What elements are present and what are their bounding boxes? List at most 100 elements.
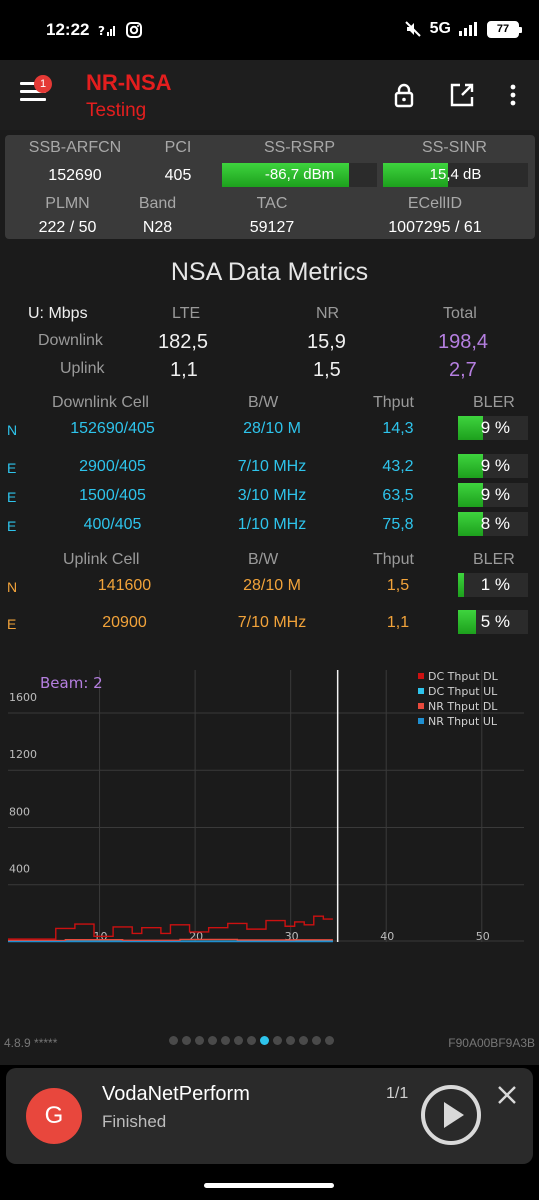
bler-meter: 9 % — [458, 416, 528, 440]
page-dot[interactable] — [247, 1036, 256, 1045]
play-button-icon[interactable] — [420, 1084, 482, 1146]
media-count: 1/1 — [386, 1085, 409, 1102]
label-tac: TAC — [256, 195, 288, 212]
cell-throughput: 14,3 — [382, 420, 414, 437]
page-dot[interactable] — [299, 1036, 308, 1045]
cell-tech: N — [7, 422, 18, 438]
cell-tech: E — [7, 460, 17, 476]
page-indicator[interactable] — [169, 1036, 334, 1045]
page-dot[interactable] — [169, 1036, 178, 1045]
label-ecellid: ECellID — [407, 195, 463, 212]
cell-id: 1500/405 — [79, 487, 146, 504]
status-bar: 12:22 ? 5G 77 — [0, 0, 539, 60]
cell-id: 400/405 — [83, 516, 142, 533]
rsrp-meter-value: -86,7 dBm — [264, 166, 335, 183]
bler-value: 5 % — [480, 612, 510, 631]
bler-value: 9 % — [480, 418, 510, 437]
media-title: VodaNetPerform — [102, 1083, 250, 1105]
page-dot[interactable] — [273, 1036, 282, 1045]
uplink-label: Uplink — [60, 360, 105, 377]
page-dot[interactable] — [234, 1036, 243, 1045]
dl-lte: 182,5 — [158, 331, 209, 353]
bler-value: 8 % — [480, 514, 510, 533]
legend-swatch — [418, 688, 424, 694]
value-tac: 59127 — [249, 219, 295, 236]
label-ss-rsrp: SS-RSRP — [263, 139, 336, 156]
lock-icon[interactable] — [391, 82, 417, 108]
ul-bw-header: B/W — [248, 551, 279, 568]
page-dot[interactable] — [208, 1036, 217, 1045]
value-pci: 405 — [164, 167, 192, 184]
media-avatar: G — [26, 1088, 82, 1144]
label-ss-sinr: SS-SINR — [422, 139, 487, 156]
y-tick-label: 800 — [9, 805, 30, 818]
cell-bandwidth: 7/10 MHz — [237, 458, 307, 475]
cell-bandwidth: 28/10 M — [243, 420, 301, 437]
navigation-bar — [0, 1166, 539, 1200]
page-dot[interactable] — [221, 1036, 230, 1045]
col-total: Total — [443, 305, 477, 322]
legend-swatch — [418, 673, 424, 679]
mute-icon — [404, 21, 421, 37]
page-dot[interactable] — [286, 1036, 295, 1045]
status-time: 12:22 — [46, 20, 90, 39]
cell-throughput: 63,5 — [382, 487, 414, 504]
series-line-2 — [8, 938, 333, 942]
cell-tech: E — [7, 489, 17, 505]
cell-tech: E — [7, 616, 17, 632]
app-version: 4.8.9 ***** — [4, 1036, 58, 1050]
y-tick-label: 400 — [9, 863, 30, 876]
legend-label: DC Thput UL — [428, 685, 498, 698]
network-type: 5G — [429, 20, 451, 37]
cell-bandwidth: 7/10 MHz — [237, 614, 307, 631]
instagram-icon — [126, 22, 142, 38]
app-bar: 1 NR-NSA Testing — [0, 60, 539, 130]
bler-value: 1 % — [480, 575, 510, 594]
y-tick-label: 1600 — [9, 691, 37, 704]
y-tick-label: 1200 — [9, 748, 37, 761]
value-ssb-arfcn: 152690 — [48, 167, 102, 184]
media-notification[interactable]: G VodaNetPerform Finished 1/1 — [6, 1068, 533, 1164]
label-ssb-arfcn: SSB-ARFCN — [28, 139, 122, 156]
cell-throughput: 1,5 — [386, 577, 410, 594]
media-subtitle: Finished — [102, 1112, 167, 1131]
svg-text:?: ? — [98, 24, 105, 38]
page-dot[interactable] — [260, 1036, 269, 1045]
legend-label: NR Thput DL — [428, 700, 498, 713]
cell-bandwidth: 28/10 M — [243, 577, 301, 594]
page-dot[interactable] — [195, 1036, 204, 1045]
bler-meter: 8 % — [458, 512, 528, 536]
ul-total: 2,7 — [449, 359, 477, 381]
close-icon[interactable] — [496, 1084, 518, 1106]
cell-throughput: 43,2 — [382, 458, 414, 475]
serving-cell-panel: SSB-ARFCN PCI SS-RSRP SS-SINR 152690 405… — [5, 135, 535, 239]
dl-cell-header: Downlink Cell — [52, 394, 149, 411]
open-external-icon[interactable] — [449, 82, 475, 108]
page-dot[interactable] — [182, 1036, 191, 1045]
metrics-title: NSA Data Metrics — [170, 258, 369, 286]
page-dot[interactable] — [312, 1036, 321, 1045]
ul-nr: 1,5 — [313, 359, 341, 381]
more-options-icon[interactable] — [500, 82, 526, 108]
cell-bandwidth: 1/10 MHz — [237, 516, 307, 533]
value-plmn: 222 / 50 — [38, 219, 97, 236]
home-handle[interactable] — [204, 1183, 334, 1188]
ul-bler-header: BLER — [473, 551, 515, 568]
beam-annotation: Beam: 2 — [40, 674, 103, 692]
rsrp-meter: -86,7 dBm — [222, 163, 377, 187]
dl-nr: 15,9 — [307, 331, 346, 353]
signal-icon — [459, 22, 477, 36]
label-band: Band — [138, 195, 177, 212]
sinr-meter: 15,4 dB — [383, 163, 528, 187]
bler-meter: 1 % — [458, 573, 528, 597]
unit-label: U: Mbps — [28, 305, 88, 322]
throughput-chart: 4008001200160010 20 30 40 50Beam: 2 DC Thput … — [8, 670, 524, 943]
cell-throughput: 75,8 — [382, 516, 414, 533]
page-dot[interactable] — [325, 1036, 334, 1045]
value-band: N28 — [142, 219, 173, 236]
dl-total: 198,4 — [438, 331, 489, 353]
dl-bler-header: BLER — [473, 394, 515, 411]
legend-label: NR Thput UL — [428, 715, 498, 728]
legend-swatch — [418, 703, 424, 709]
legend-label: DC Thput DL — [428, 670, 499, 683]
